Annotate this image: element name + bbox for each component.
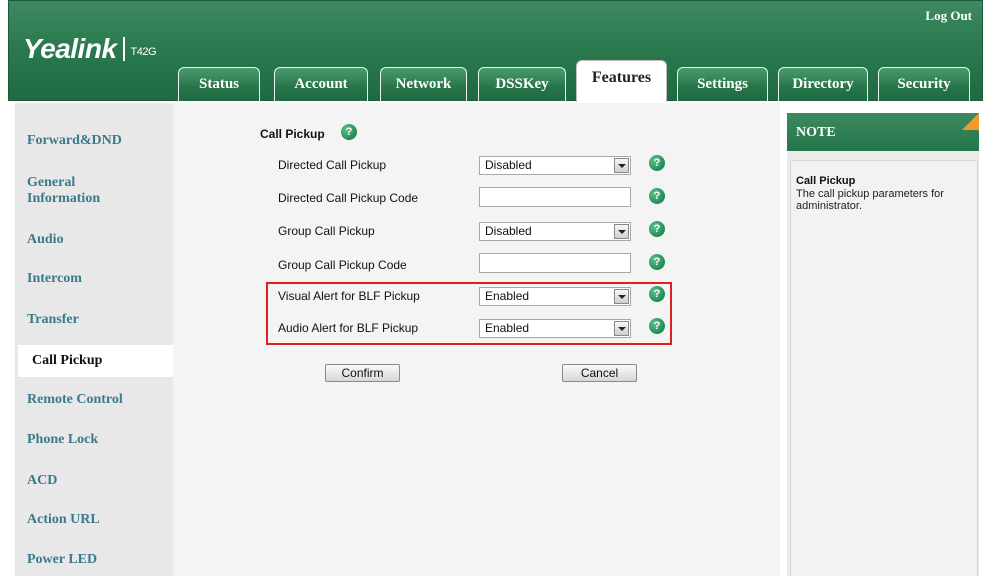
note-text: The call pickup parameters for administr… — [796, 188, 944, 212]
group-call-pickup-code-input[interactable] — [479, 253, 631, 273]
sidebar-item-acd[interactable]: ACD — [27, 473, 57, 489]
logout-link[interactable]: Log Out — [925, 8, 972, 24]
audio-alert-blf-pickup-label: Audio Alert for BLF Pickup — [278, 321, 419, 335]
visual-alert-blf-pickup-value: Enabled — [485, 289, 530, 303]
tab-settings[interactable]: Settings — [677, 67, 768, 101]
section-title: Call Pickup — [260, 127, 325, 141]
section-help-icon[interactable]: ? — [341, 124, 357, 140]
directed-call-pickup-code-input[interactable] — [479, 187, 631, 207]
chevron-down-icon — [614, 158, 629, 173]
group-call-pickup-code-label: Group Call Pickup Code — [278, 258, 407, 272]
chevron-down-icon — [614, 224, 629, 239]
help-icon[interactable]: ? — [649, 188, 665, 204]
tab-features[interactable]: Features — [576, 60, 667, 102]
cancel-button[interactable]: Cancel — [562, 364, 637, 382]
help-icon[interactable]: ? — [649, 254, 665, 270]
tab-network[interactable]: Network — [380, 67, 467, 101]
confirm-button[interactable]: Confirm — [325, 364, 400, 382]
help-icon[interactable]: ? — [649, 318, 665, 334]
sidebar-item-call-pickup[interactable]: Call Pickup — [18, 345, 176, 377]
sidebar-item-remote-control[interactable]: Remote Control — [27, 392, 123, 408]
directed-call-pickup-code-label: Directed Call Pickup Code — [278, 191, 419, 205]
brand-name: Yealink — [23, 33, 117, 64]
sidebar-item-phone-lock[interactable]: Phone Lock — [27, 432, 98, 448]
tab-security[interactable]: Security — [878, 67, 970, 101]
help-icon[interactable]: ? — [649, 221, 665, 237]
sidebar-item-general-information[interactable]: General Information — [27, 175, 100, 207]
chevron-down-icon — [614, 289, 629, 304]
sidebar-item-forward-dnd[interactable]: Forward&DND — [27, 133, 122, 149]
group-call-pickup-value: Disabled — [485, 224, 532, 238]
visual-alert-blf-pickup-label: Visual Alert for BLF Pickup — [278, 289, 420, 303]
note-title: Call Pickup — [796, 175, 856, 187]
directed-call-pickup-label: Directed Call Pickup — [278, 158, 387, 172]
chevron-down-icon — [614, 321, 629, 336]
sidebar-item-audio[interactable]: Audio — [27, 232, 64, 248]
audio-alert-blf-pickup-select[interactable]: Enabled — [479, 319, 631, 338]
directed-call-pickup-select[interactable]: Disabled — [479, 156, 631, 175]
sidebar — [15, 103, 173, 576]
sidebar-item-action-url[interactable]: Action URL — [27, 512, 100, 528]
model-name: T42G — [130, 46, 157, 58]
note-corner-fold — [962, 113, 979, 130]
tab-directory[interactable]: Directory — [778, 67, 868, 101]
sidebar-item-intercom[interactable]: Intercom — [27, 271, 82, 287]
help-icon[interactable]: ? — [649, 155, 665, 171]
sidebar-item-transfer[interactable]: Transfer — [27, 312, 79, 328]
group-call-pickup-label: Group Call Pickup — [278, 224, 375, 238]
group-call-pickup-select[interactable]: Disabled — [479, 222, 631, 241]
note-body — [790, 160, 978, 576]
sidebar-item-power-led[interactable]: Power LED — [27, 552, 97, 568]
yealink-logo: Yealink T42G — [23, 33, 157, 65]
tab-status[interactable]: Status — [178, 67, 260, 101]
help-icon[interactable]: ? — [649, 286, 665, 302]
note-header: NOTE — [787, 113, 979, 151]
visual-alert-blf-pickup-select[interactable]: Enabled — [479, 287, 631, 306]
tab-dsskey[interactable]: DSSKey — [478, 67, 566, 101]
tab-account[interactable]: Account — [274, 67, 368, 101]
logo-divider — [122, 37, 125, 61]
audio-alert-blf-pickup-value: Enabled — [485, 321, 530, 335]
directed-call-pickup-value: Disabled — [485, 158, 532, 172]
